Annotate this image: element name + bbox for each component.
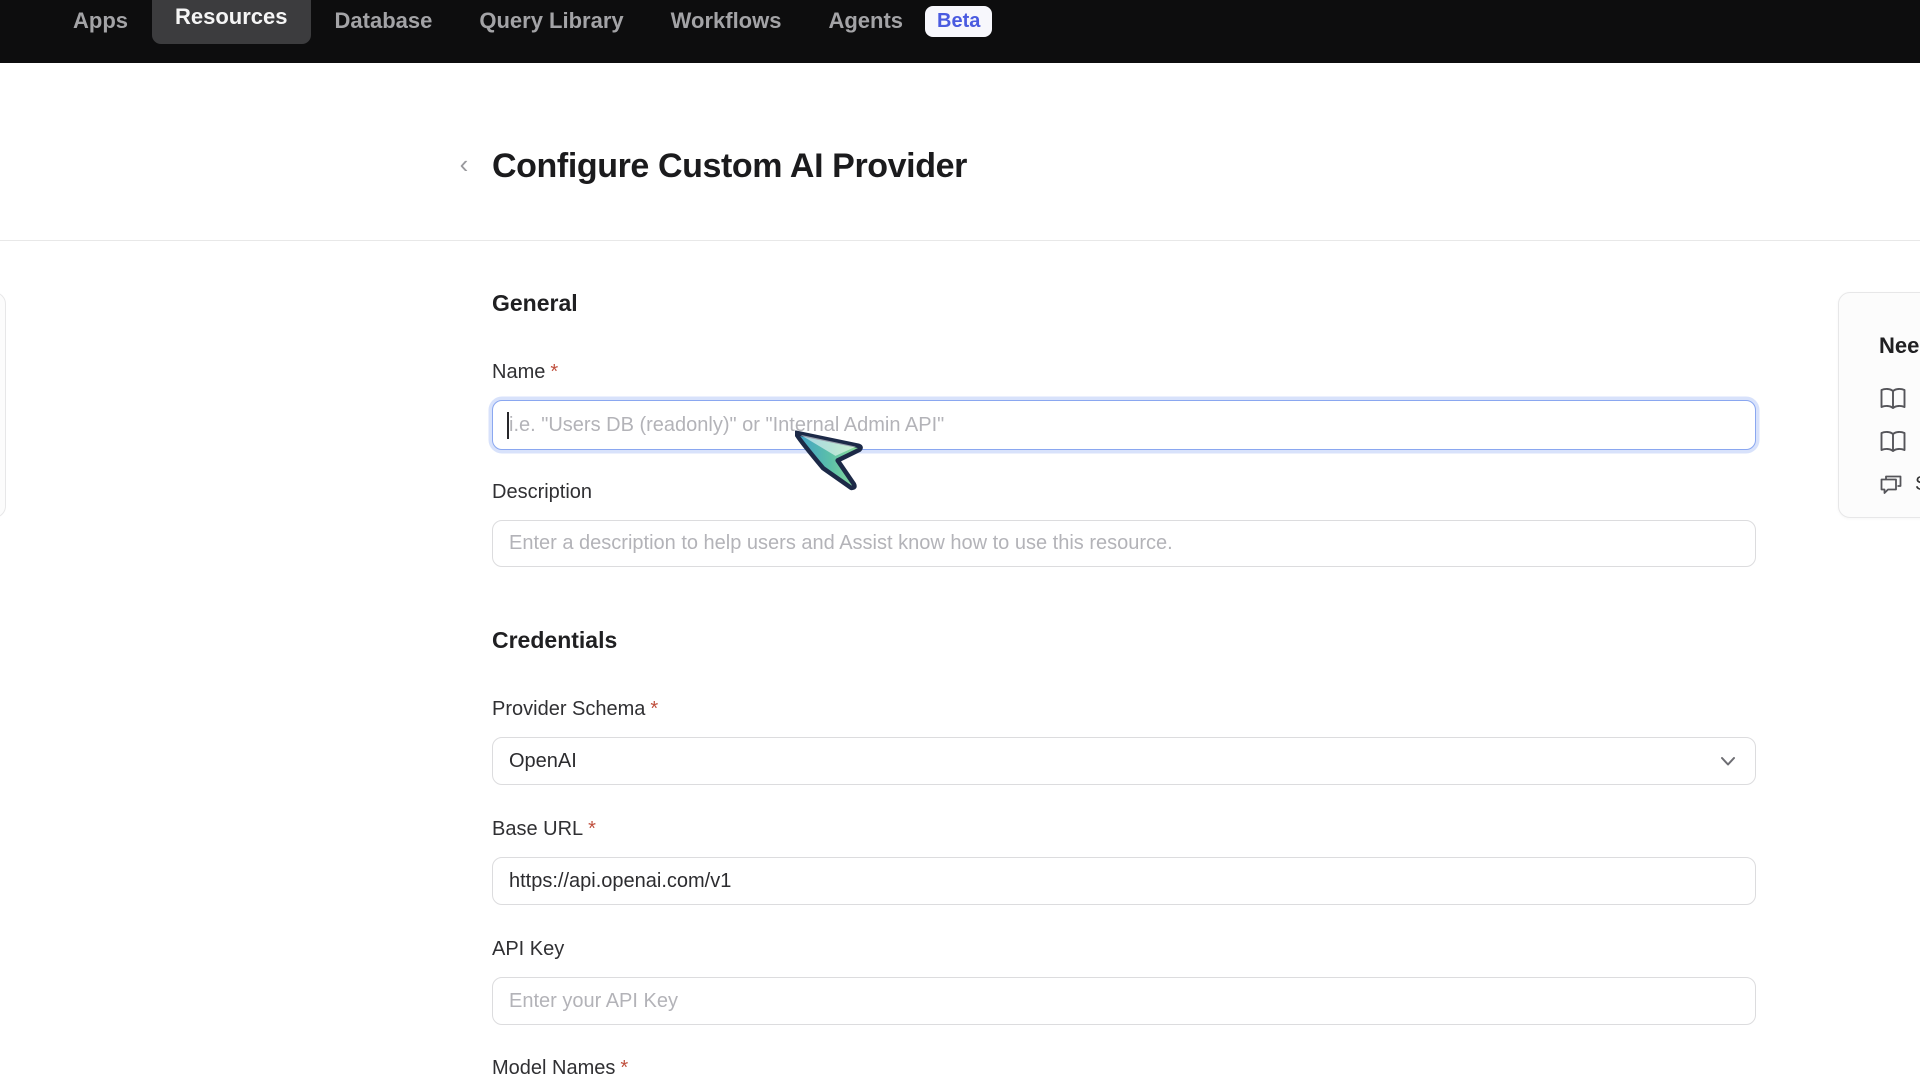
- chat-icon: [1879, 474, 1903, 496]
- top-nav: Apps Resources Database Query Library Wo…: [0, 0, 1920, 63]
- side-card-left: [0, 292, 6, 518]
- model-names-label: Model Names*: [492, 1057, 628, 1080]
- nav-item-database[interactable]: Database: [335, 8, 433, 34]
- provider-schema-select[interactable]: OpenAI: [492, 737, 1756, 785]
- required-asterisk: *: [588, 818, 596, 840]
- description-label: Description: [492, 481, 592, 504]
- page: Apps Resources Database Query Library Wo…: [0, 0, 1920, 1080]
- section-heading-credentials: Credentials: [492, 627, 617, 654]
- provider-schema-label: Provider Schema*: [492, 698, 658, 721]
- required-asterisk: *: [550, 361, 558, 383]
- help-link-docs[interactable]: [1879, 387, 1920, 413]
- name-input[interactable]: [492, 400, 1756, 450]
- nav-item-workflows[interactable]: Workflows: [671, 8, 782, 34]
- help-link-support[interactable]: S: [1879, 473, 1920, 496]
- api-key-input[interactable]: [492, 977, 1756, 1025]
- help-panel: Nee S: [1838, 292, 1920, 518]
- description-input[interactable]: [492, 520, 1756, 567]
- required-asterisk: *: [620, 1057, 628, 1079]
- nav-item-agents[interactable]: Agents: [828, 8, 903, 34]
- nav-item-apps[interactable]: Apps: [73, 8, 128, 34]
- help-link-guide[interactable]: [1879, 430, 1920, 456]
- name-label: Name*: [492, 361, 558, 384]
- book-icon: [1879, 387, 1907, 413]
- help-panel-title: Nee: [1879, 333, 1920, 359]
- header-divider: [0, 240, 1920, 241]
- book-icon: [1879, 430, 1907, 456]
- chevron-down-icon: [1717, 750, 1739, 772]
- nav-item-resources[interactable]: Resources: [152, 0, 311, 44]
- provider-schema-value: OpenAI: [509, 750, 577, 773]
- base-url-input[interactable]: [492, 857, 1756, 905]
- base-url-label: Base URL*: [492, 818, 596, 841]
- back-button[interactable]: ‹: [450, 150, 478, 178]
- beta-badge: Beta: [925, 6, 992, 37]
- nav-item-query-library[interactable]: Query Library: [479, 8, 623, 34]
- required-asterisk: *: [650, 698, 658, 720]
- api-key-label: API Key: [492, 938, 564, 961]
- text-caret: [507, 412, 509, 439]
- page-title: Configure Custom AI Provider: [492, 147, 967, 186]
- section-heading-general: General: [492, 290, 578, 317]
